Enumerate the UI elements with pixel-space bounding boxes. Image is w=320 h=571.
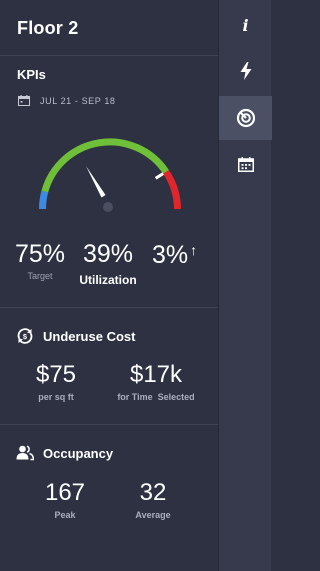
time-selected-stat: $17k for Time Selected [112, 361, 200, 403]
lightning-button[interactable] [219, 49, 272, 93]
gauge-needle [86, 166, 106, 198]
occupancy-section: Occupancy 167 Peak 32 Average [0, 425, 218, 571]
arrow-up-icon: ↑ [190, 242, 198, 258]
occupancy-title: Occupancy [43, 446, 114, 461]
floor-title: Floor 2 [17, 18, 79, 38]
panel-header: Floor 2 [0, 0, 218, 56]
utilization-button[interactable] [219, 96, 272, 140]
gauge-hub [103, 202, 113, 212]
underuse-cost-section: $ Underuse Cost $75 per sq ft $17k for T… [0, 308, 218, 425]
kpis-section: KPIs JUL 21 - SEP 18 75% Target 39% Util… [0, 56, 218, 308]
utilization-label: Utilization [79, 273, 137, 287]
kpi-panel: Floor 2 KPIs JUL 21 - SEP 18 75% Target … [0, 0, 218, 571]
peak-label: Peak [54, 510, 76, 520]
calendar-icon [18, 95, 30, 106]
utilization-value: 39% [82, 240, 134, 268]
calendar-button[interactable] [219, 142, 272, 186]
peak-value: 167 [44, 479, 86, 506]
target-stat: 75% Target [14, 240, 66, 282]
per-sqft-label: per sq ft [38, 392, 74, 402]
gauge-arc-high [163, 169, 181, 210]
info-button[interactable]: i [219, 3, 272, 47]
average-label: Average [135, 510, 171, 520]
underuse-cost-title: Underuse Cost [43, 329, 136, 344]
average-value: 32 [139, 479, 167, 506]
time-selected-value: $17k [129, 361, 183, 388]
info-icon: i [242, 15, 249, 35]
gauge-arc-mid [41, 138, 169, 193]
target-icon [236, 108, 255, 128]
kpis-title: KPIs [17, 67, 46, 82]
side-rail: i [218, 0, 272, 571]
people-icon [16, 445, 34, 461]
dollar-cycle-icon: $ [17, 328, 33, 344]
target-value: 75% [14, 240, 66, 268]
average-stat: 32 Average [126, 479, 180, 521]
target-marker [154, 172, 164, 180]
trend-stat: 3% ↑ [152, 242, 208, 268]
date-range: JUL 21 - SEP 18 [40, 96, 116, 106]
utilization-stat: 39% Utilization [76, 240, 140, 288]
per-sqft-value: $75 [35, 361, 77, 388]
target-label: Target [27, 271, 53, 281]
time-selected-label: for Time Selected [117, 392, 195, 402]
peak-stat: 167 Peak [40, 479, 90, 521]
per-sqft-stat: $75 per sq ft [30, 361, 82, 403]
utilization-gauge [38, 138, 181, 212]
gauge-arc-low [38, 190, 49, 210]
lightning-icon [240, 62, 251, 80]
trend-value: 3% [152, 241, 189, 269]
svg-text:$: $ [23, 332, 28, 341]
calendar-icon [237, 156, 254, 172]
